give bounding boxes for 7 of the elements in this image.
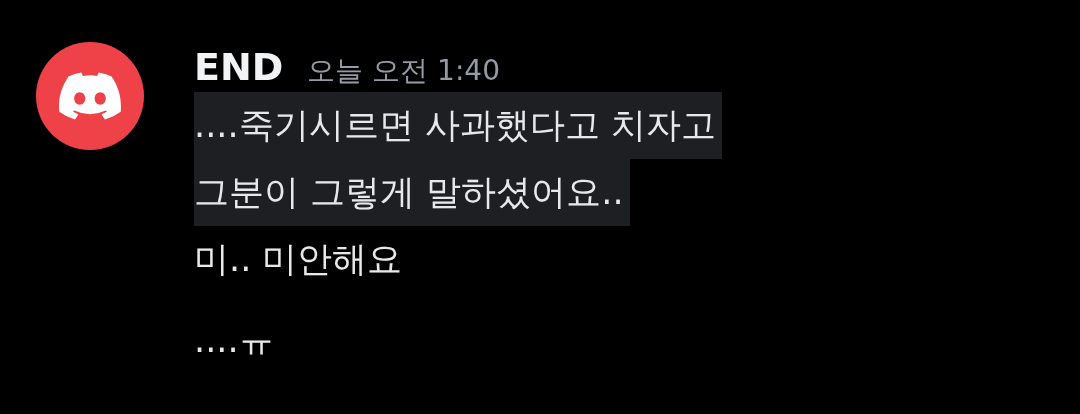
message-text: 미.. 미안해요 [194, 238, 404, 281]
author-name[interactable]: END [194, 42, 284, 92]
timestamp: 오늘 오전 1:40 [307, 53, 500, 89]
discord-logo-icon [59, 72, 121, 120]
message-text: 그분이 그렇게 말하셨어요.. [194, 159, 630, 226]
message-text: ....ㅠ [194, 319, 275, 362]
message-text: ....죽기시르면 사과했다고 치자고 [194, 92, 722, 159]
